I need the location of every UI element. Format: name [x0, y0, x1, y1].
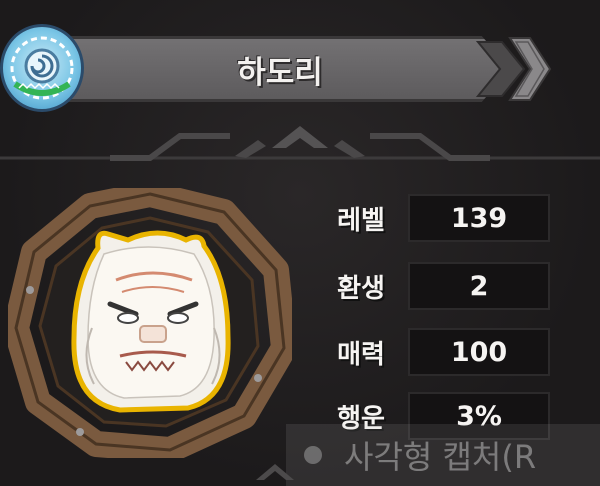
double-chevron-right-icon[interactable] [472, 34, 552, 104]
character-info-panel: 하도리 레벨 139 환생 2 매력 100 행운 3% 사각형 캡처(R [0, 0, 600, 486]
water-element-icon [0, 24, 84, 112]
stat-value: 139 [408, 194, 550, 242]
capture-dot-icon [304, 446, 322, 464]
stat-value: 100 [408, 328, 550, 376]
character-name-banner: 하도리 [40, 30, 552, 108]
yeti-character-portrait [71, 230, 231, 413]
character-name: 하도리 [237, 54, 323, 91]
chevron-up-icon[interactable] [250, 460, 300, 486]
stat-row-level: 레벨 139 [318, 190, 554, 246]
stat-label: 환생 [337, 273, 385, 304]
stat-row-charm: 매력 100 [318, 324, 554, 380]
stat-row-rebirth: 환생 2 [318, 258, 554, 314]
stat-label: 레벨 [337, 205, 385, 236]
capture-tool-overlay[interactable]: 사각형 캡처(R [286, 424, 600, 486]
character-portrait-frame [8, 188, 292, 458]
ornamental-divider [0, 126, 600, 161]
capture-label: 사각형 캡처(R [344, 438, 537, 476]
stat-value: 2 [408, 262, 550, 310]
stat-label: 매력 [337, 339, 385, 370]
